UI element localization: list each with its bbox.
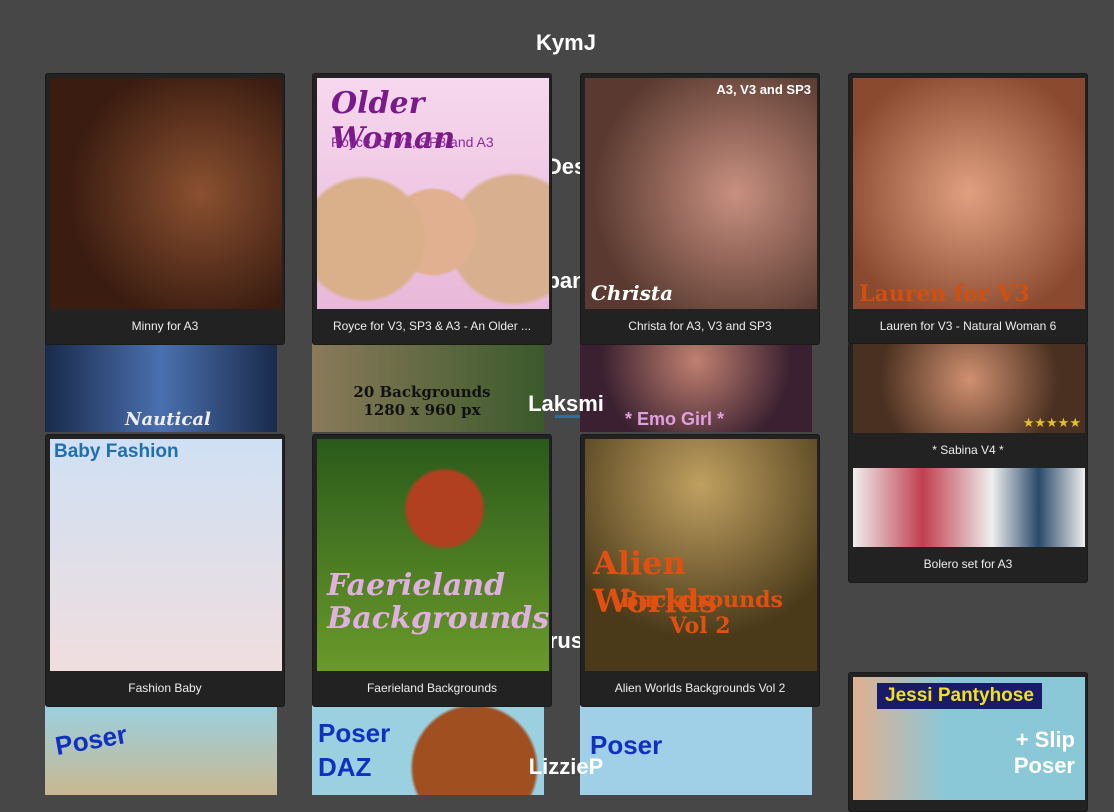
card-caption[interactable]: Royce for V3, SP3 & A3 - An Older ...: [317, 309, 547, 344]
card-caption[interactable]: * Sabina V4 *: [853, 433, 1083, 468]
thumbnail[interactable]: Baby Fashion: [50, 439, 282, 671]
thumbnail[interactable]: 20 Backgrounds 1280 x 960 px: [312, 343, 544, 432]
thumbnail[interactable]: ★★★★★: [853, 344, 1085, 433]
gallery-card[interactable]: ★★★★★ * Sabina V4 * Bolero set for A3: [848, 343, 1088, 583]
card-caption[interactable]: Alien Worlds Backgrounds Vol 2: [585, 671, 815, 706]
gallery-card[interactable]: Lauren for V3 Lauren for V3 - Natural Wo…: [848, 73, 1088, 345]
thumbnail[interactable]: Lauren for V3: [853, 78, 1085, 309]
gallery-card[interactable]: A3, V3 and SP3 Christa Christa for A3, V…: [580, 73, 820, 345]
thumbnail[interactable]: Poser: [45, 705, 277, 795]
member-name[interactable]: KymJ: [536, 30, 596, 56]
member-name[interactable]: Laksmi: [528, 391, 604, 417]
gallery-card[interactable]: Older Woman Royce for V3, SP3 and A3 Roy…: [312, 73, 552, 345]
thumbnail[interactable]: Older Woman Royce for V3, SP3 and A3: [317, 78, 549, 309]
thumbnail[interactable]: Faerieland Backgrounds: [317, 439, 549, 671]
gallery-card[interactable]: Faerieland Backgrounds Faerieland Backgr…: [312, 434, 552, 707]
card-caption[interactable]: Bolero set for A3: [853, 547, 1083, 582]
thumbnail[interactable]: Jessi Pantyhose + Slip Poser: [853, 677, 1085, 800]
gallery-card[interactable]: Jessi Pantyhose + Slip Poser: [848, 672, 1088, 812]
thumbnail[interactable]: Poser DAZ: [312, 705, 544, 795]
thumbnail[interactable]: * Emo Girl *: [580, 343, 812, 432]
thumbnail[interactable]: A3, V3 and SP3 Christa: [585, 78, 817, 309]
thumbnail[interactable]: Poser: [580, 705, 812, 795]
card-caption[interactable]: Fashion Baby: [50, 671, 280, 706]
thumbnail[interactable]: [50, 78, 282, 309]
member-name[interactable]: LizzieP: [529, 754, 604, 780]
card-caption[interactable]: Minny for A3: [50, 309, 280, 344]
gallery-card[interactable]: Baby Fashion Fashion Baby: [45, 434, 285, 707]
thumbnail[interactable]: Alien Worlds Backgrounds Vol 2: [585, 439, 817, 671]
link-underline: [555, 415, 580, 418]
gallery-card[interactable]: Alien Worlds Backgrounds Vol 2 Alien Wor…: [580, 434, 820, 707]
card-caption[interactable]: Lauren for V3 - Natural Woman 6: [853, 309, 1083, 344]
member-name[interactable]: rus: [549, 628, 583, 654]
card-caption[interactable]: Christa for A3, V3 and SP3: [585, 309, 815, 344]
gallery-card[interactable]: Minny for A3: [45, 73, 285, 345]
card-caption[interactable]: Faerieland Backgrounds: [317, 671, 547, 706]
thumbnail[interactable]: Nautical: [45, 343, 277, 432]
thumbnail[interactable]: [853, 468, 1085, 547]
